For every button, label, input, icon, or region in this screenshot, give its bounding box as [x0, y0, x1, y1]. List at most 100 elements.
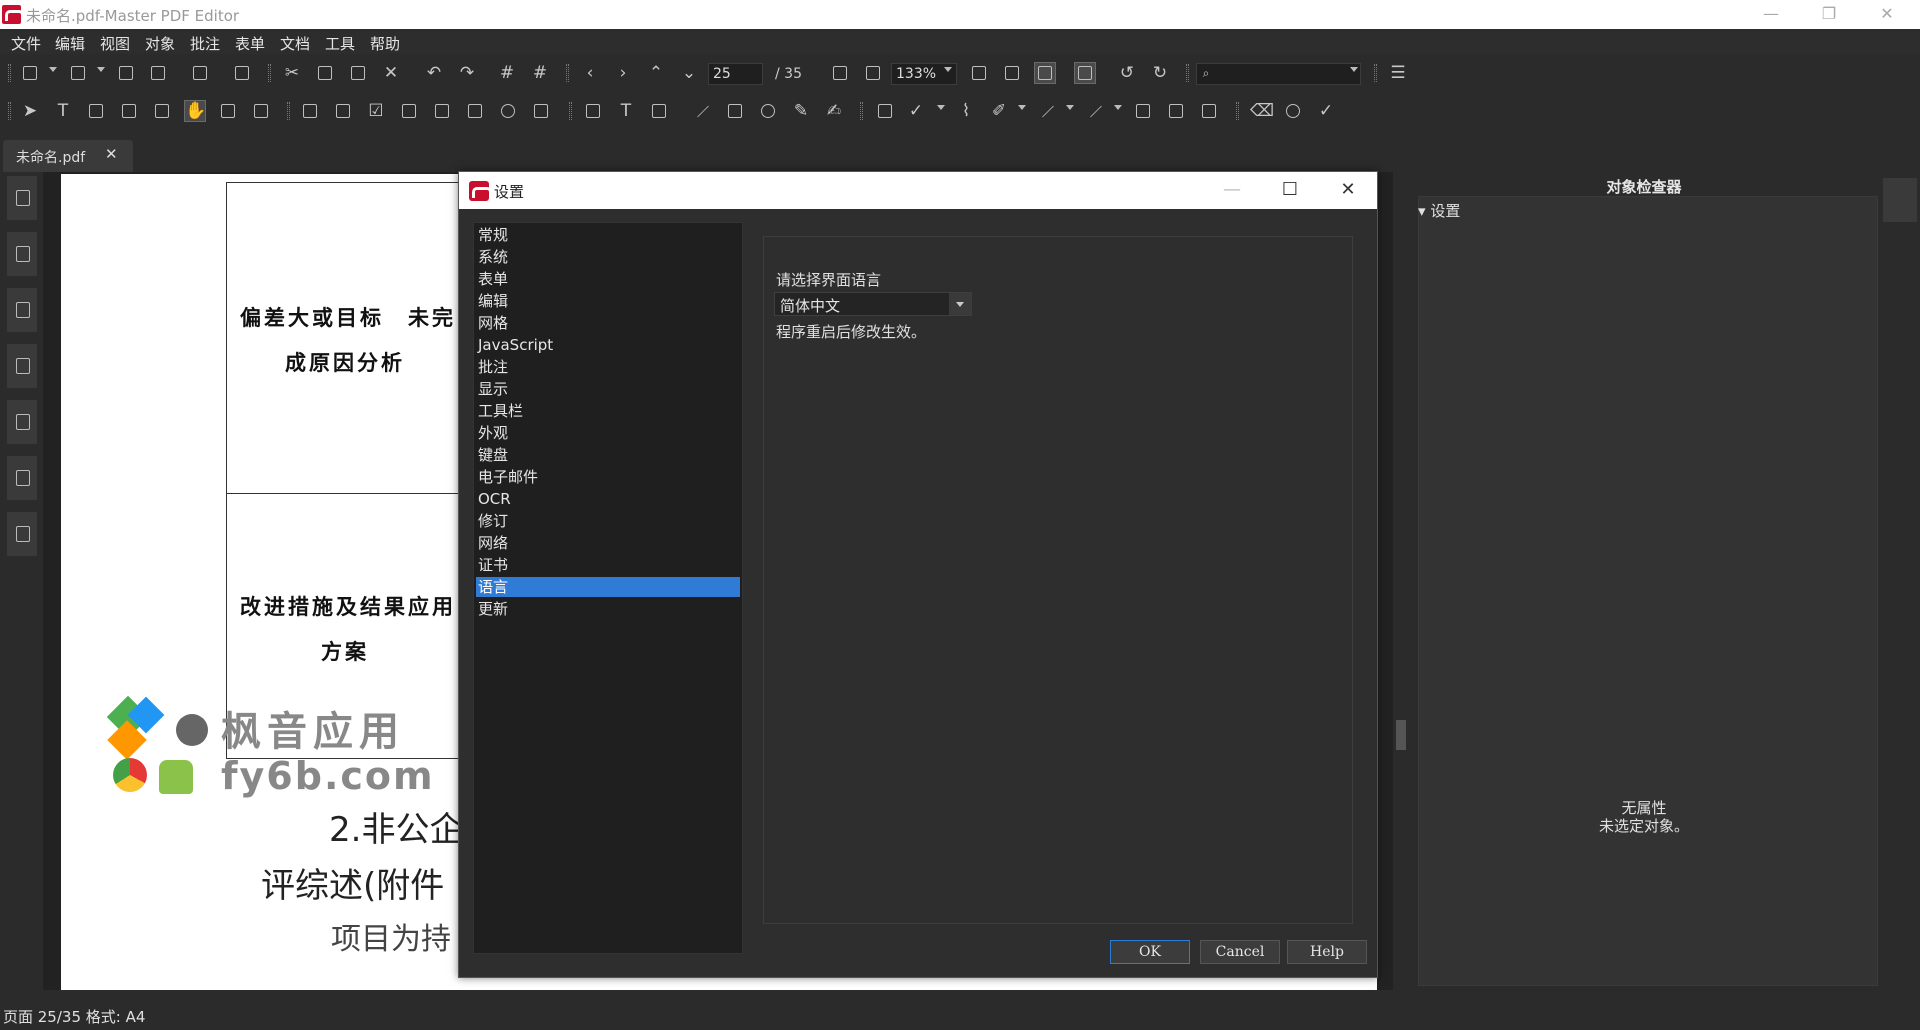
- add-text-icon[interactable]: [583, 101, 603, 121]
- rotate-right-icon[interactable]: ↻: [1150, 63, 1170, 83]
- attach-file-icon[interactable]: ⌇: [956, 101, 976, 121]
- menu-file[interactable]: 文件: [11, 33, 41, 54]
- search-dropdown-icon[interactable]: [1350, 67, 1358, 72]
- highlight-dropdown-icon[interactable]: [1018, 105, 1026, 110]
- delete-icon[interactable]: ✕: [381, 63, 401, 83]
- dialog-minimize-button[interactable]: —: [1203, 172, 1261, 209]
- edit-text-icon[interactable]: T: [53, 101, 73, 121]
- highlight-icon[interactable]: ✐: [989, 101, 1009, 121]
- menu-tools[interactable]: 工具: [325, 33, 355, 54]
- zoom-dropdown-icon[interactable]: [944, 67, 952, 72]
- measure-icon[interactable]: [1085, 101, 1105, 121]
- save-as-icon[interactable]: [148, 63, 168, 83]
- arrange-icon[interactable]: [1199, 101, 1219, 121]
- first-page-icon[interactable]: ⌃: [646, 63, 666, 83]
- cancel-button[interactable]: Cancel: [1200, 940, 1280, 964]
- add-image-icon[interactable]: [649, 101, 669, 121]
- last-page-icon[interactable]: ⌄: [679, 63, 699, 83]
- menu-edit[interactable]: 编辑: [55, 33, 85, 54]
- listbox-field-icon[interactable]: [465, 101, 485, 121]
- document-scrollbar[interactable]: [1393, 172, 1409, 990]
- spellcheck-icon[interactable]: ✓: [1316, 101, 1336, 121]
- category-revisions[interactable]: 修订: [476, 511, 740, 531]
- paste-icon[interactable]: [348, 63, 368, 83]
- text-field-icon[interactable]: [531, 101, 551, 121]
- category-language[interactable]: 语言: [476, 577, 740, 597]
- dialog-title-bar[interactable]: 设置 — ☐ ✕: [459, 172, 1377, 209]
- button-field-icon[interactable]: [333, 101, 353, 121]
- signature-field-icon[interactable]: [432, 101, 452, 121]
- radio-field-icon[interactable]: [498, 101, 518, 121]
- open-folder-icon[interactable]: [68, 63, 88, 83]
- cut-icon[interactable]: ✂: [282, 63, 302, 83]
- crop-icon[interactable]: [218, 101, 238, 121]
- stamp-check-icon[interactable]: ✓: [906, 101, 926, 121]
- single-page-icon[interactable]: [1034, 62, 1056, 84]
- toolbar-menu-icon[interactable]: ☰: [1388, 63, 1408, 83]
- properties-panel-icon[interactable]: [1883, 178, 1917, 222]
- category-editing[interactable]: 编辑: [476, 291, 740, 311]
- link-tool-icon[interactable]: [300, 101, 320, 121]
- scrollbar-thumb[interactable]: [1396, 720, 1406, 750]
- hand-tool-icon[interactable]: ✋: [184, 100, 206, 122]
- new-document-icon[interactable]: [20, 63, 40, 83]
- menu-object[interactable]: 对象: [145, 33, 175, 54]
- area-tool-icon[interactable]: [1166, 101, 1186, 121]
- close-window-button[interactable]: ✕: [1858, 0, 1916, 29]
- category-forms[interactable]: 表单: [476, 269, 740, 289]
- fit-width-icon[interactable]: [969, 63, 989, 83]
- text-box-icon[interactable]: [1133, 101, 1153, 121]
- new-dropdown-icon[interactable]: [49, 67, 57, 72]
- print-icon[interactable]: [232, 63, 252, 83]
- redo-icon[interactable]: ↷: [457, 63, 477, 83]
- restore-button[interactable]: ❐: [1800, 0, 1858, 29]
- menu-annotate[interactable]: 批注: [190, 33, 220, 54]
- text-select-icon[interactable]: [152, 101, 172, 121]
- continuous-icon[interactable]: [1074, 62, 1096, 84]
- category-display[interactable]: 显示: [476, 379, 740, 399]
- ellipse-tool-icon[interactable]: [758, 101, 778, 121]
- category-toolbars[interactable]: 工具栏: [476, 401, 740, 421]
- help-button[interactable]: Help: [1287, 940, 1367, 964]
- category-system[interactable]: 系统: [476, 247, 740, 267]
- category-email[interactable]: 电子邮件: [476, 467, 740, 487]
- line-tool-icon[interactable]: [692, 101, 712, 121]
- next-page-icon[interactable]: ›: [613, 63, 633, 83]
- category-annotations[interactable]: 批注: [476, 357, 740, 377]
- rotate-left-icon[interactable]: ↺: [1117, 63, 1137, 83]
- close-tab-icon[interactable]: ✕: [105, 145, 118, 163]
- category-certificates[interactable]: 证书: [476, 555, 740, 575]
- dialog-maximize-button[interactable]: ☐: [1261, 172, 1319, 209]
- edit-forms-icon[interactable]: [119, 101, 139, 121]
- snapshot-camera-icon[interactable]: [251, 101, 271, 121]
- edit-object-icon[interactable]: [86, 101, 106, 121]
- rectangle-tool-icon[interactable]: [725, 101, 745, 121]
- menu-help[interactable]: 帮助: [370, 33, 400, 54]
- menu-view[interactable]: 视图: [100, 33, 130, 54]
- email-icon[interactable]: [190, 63, 210, 83]
- fit-page-icon[interactable]: [830, 63, 850, 83]
- eraser-icon[interactable]: ⌫: [1250, 101, 1274, 121]
- select-arrow-icon[interactable]: ➤: [20, 101, 40, 121]
- category-general[interactable]: 常规: [476, 225, 740, 245]
- menu-form[interactable]: 表单: [235, 33, 265, 54]
- dialog-close-button[interactable]: ✕: [1319, 172, 1377, 209]
- category-network[interactable]: 网络: [476, 533, 740, 553]
- actual-size-icon[interactable]: [863, 63, 883, 83]
- category-keyboard[interactable]: 键盘: [476, 445, 740, 465]
- page-number-input[interactable]: 25: [708, 63, 763, 85]
- thumbnails-panel-icon[interactable]: [7, 512, 37, 556]
- fit-visible-icon[interactable]: [1002, 63, 1022, 83]
- zoom-tool-icon[interactable]: [1283, 101, 1303, 121]
- menu-document[interactable]: 文档: [280, 33, 310, 54]
- ok-button[interactable]: OK: [1110, 940, 1190, 964]
- inspector-section-settings[interactable]: ▾ 设置: [1418, 200, 1460, 221]
- stamp-dropdown-icon[interactable]: [937, 105, 945, 110]
- chevron-down-icon[interactable]: [949, 293, 971, 315]
- sign-icon[interactable]: ✍: [824, 101, 844, 121]
- search-panel-icon[interactable]: [7, 344, 37, 388]
- typewriter-icon[interactable]: T: [616, 101, 636, 121]
- category-grid[interactable]: 网格: [476, 313, 740, 333]
- line-dropdown-icon[interactable]: [1066, 105, 1074, 110]
- draw-line-icon[interactable]: [1037, 101, 1057, 121]
